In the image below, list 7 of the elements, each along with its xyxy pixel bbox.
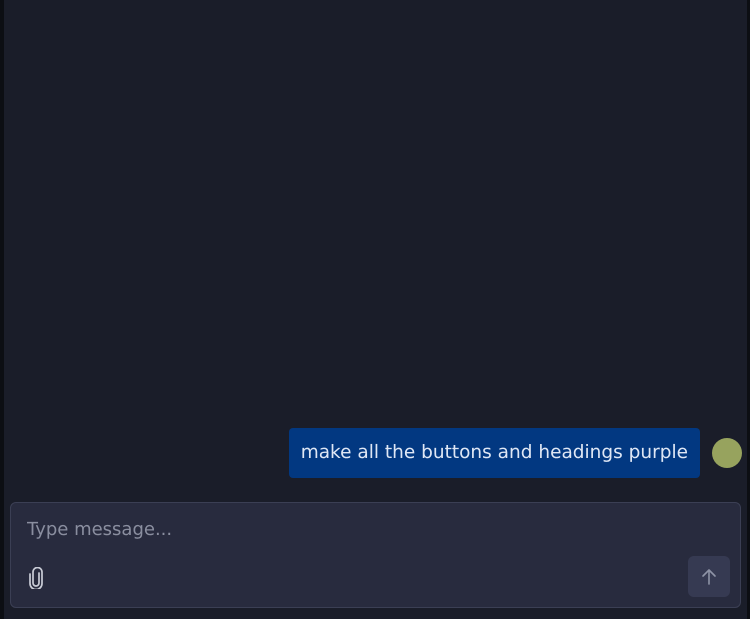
message-composer[interactable]: Type message...: [10, 502, 741, 608]
attach-button[interactable]: [28, 567, 44, 589]
avatar-icon: [712, 438, 742, 468]
send-button[interactable]: [688, 556, 730, 597]
arrow-up-icon: [700, 568, 718, 586]
user-message: make all the buttons and headings purple: [288, 428, 700, 478]
paperclip-icon: [28, 567, 44, 589]
